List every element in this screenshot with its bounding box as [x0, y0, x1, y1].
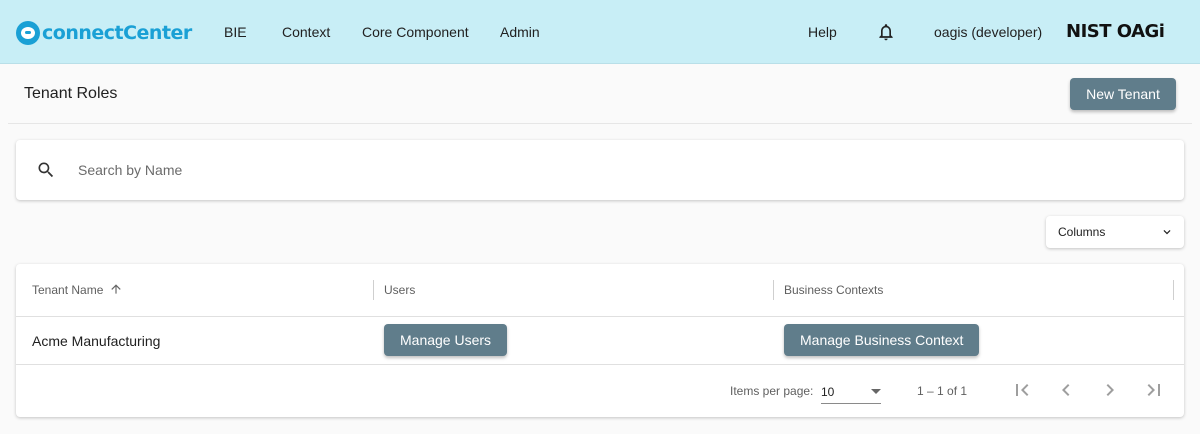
header-tenant-name[interactable]: Tenant Name [32, 283, 103, 297]
nav-bie[interactable]: BIE [224, 24, 247, 40]
nav-help[interactable]: Help [808, 24, 837, 40]
nav-core-component[interactable]: Core Component [362, 24, 469, 40]
tenant-table: Tenant Name Users Business Contexts Acme… [16, 264, 1184, 417]
header-users: Users [384, 283, 416, 297]
nist-oagi-logo: NIST OAGi [1066, 21, 1165, 42]
column-resize-handle[interactable] [373, 280, 374, 300]
nav-context[interactable]: Context [282, 24, 330, 40]
page-title: Tenant Roles [24, 85, 118, 102]
row-divider [16, 364, 1184, 365]
logo-icon [16, 21, 40, 45]
new-tenant-button[interactable]: New Tenant [1070, 78, 1176, 110]
items-per-page-value: 10 [821, 385, 835, 399]
previous-page-icon[interactable] [1054, 378, 1078, 402]
title-divider [8, 123, 1192, 124]
manage-business-context-button[interactable]: Manage Business Context [784, 324, 980, 356]
tenant-name-cell: Acme Manufacturing [32, 333, 161, 349]
columns-label: Columns [1058, 225, 1106, 239]
notifications-bell-icon[interactable] [876, 22, 896, 42]
connect-center-logo[interactable]: connectCenter [16, 20, 192, 46]
first-page-icon[interactable] [1010, 378, 1034, 402]
dropdown-arrow-icon [871, 389, 881, 394]
chevron-down-icon [1163, 230, 1171, 235]
header-divider [16, 316, 1184, 317]
column-resize-handle[interactable] [773, 280, 774, 300]
columns-select[interactable]: Columns [1046, 216, 1184, 248]
manage-users-button[interactable]: Manage Users [384, 324, 508, 356]
last-page-icon[interactable] [1142, 378, 1166, 402]
logo-text: connectCenter [42, 22, 192, 44]
user-menu[interactable]: oagis (developer) [934, 24, 1042, 40]
column-resize-handle[interactable] [1173, 280, 1174, 300]
items-per-page-label: Items per page: [730, 384, 814, 398]
page-range: 1 – 1 of 1 [917, 384, 968, 398]
top-app-bar: connectCenter BIE Context Core Component… [0, 0, 1200, 64]
header-business-contexts: Business Contexts [784, 283, 884, 297]
nav-admin[interactable]: Admin [500, 24, 540, 40]
search-input[interactable] [78, 158, 1158, 182]
sort-arrow-up-icon[interactable] [109, 282, 123, 296]
search-bar [16, 140, 1184, 200]
search-icon[interactable] [36, 160, 56, 180]
items-per-page-select[interactable]: 10 [821, 380, 881, 404]
next-page-icon[interactable] [1098, 378, 1122, 402]
